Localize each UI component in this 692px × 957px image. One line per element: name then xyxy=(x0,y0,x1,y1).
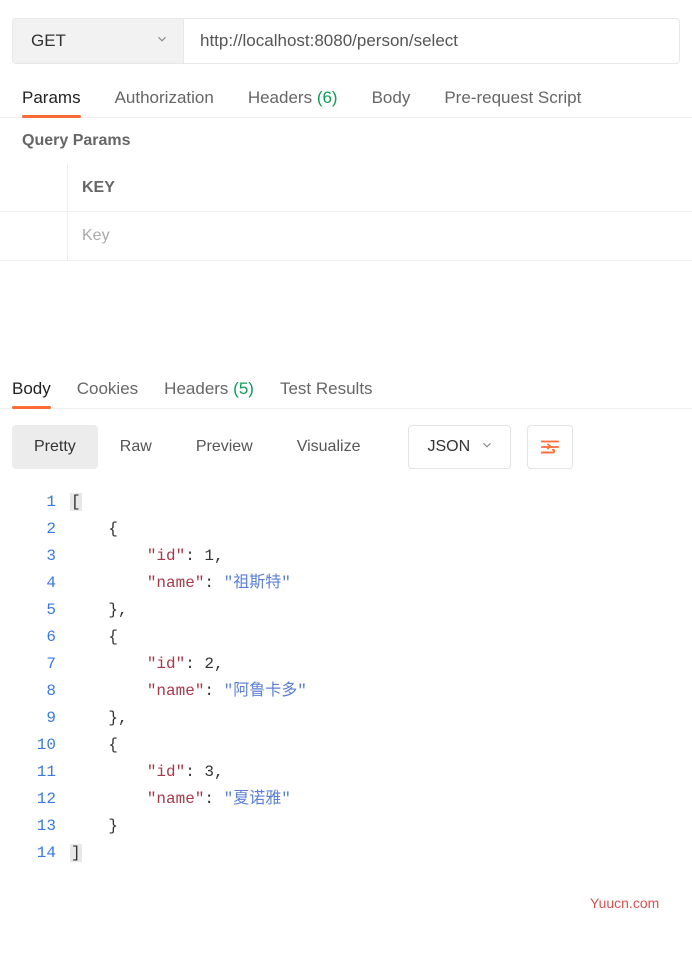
request-tabs: Params Authorization Headers (6) Body Pr… xyxy=(22,88,692,118)
chevron-down-icon xyxy=(480,438,494,457)
param-header-row: KEY xyxy=(0,164,692,212)
tab-params[interactable]: Params xyxy=(22,88,81,118)
method-label: GET xyxy=(31,31,66,51)
code-content: { xyxy=(70,624,118,651)
code-content: ] xyxy=(70,840,82,867)
view-raw[interactable]: Raw xyxy=(98,425,174,469)
line-number: 11 xyxy=(0,759,70,786)
tab-prerequest[interactable]: Pre-request Script xyxy=(444,88,581,118)
code-content: } xyxy=(70,813,118,840)
code-content: "name": "祖斯特" xyxy=(70,570,291,597)
resp-tab-headers-label: Headers xyxy=(164,379,228,398)
resp-tab-body[interactable]: Body xyxy=(12,379,51,409)
code-line: 11 "id": 3, xyxy=(0,759,692,786)
resp-tab-cookies[interactable]: Cookies xyxy=(77,379,138,409)
watermark: Yuucn.com xyxy=(590,895,659,911)
tab-prerequest-label: Pre-request Script xyxy=(444,88,581,107)
line-number: 4 xyxy=(0,570,70,597)
tab-headers-label: Headers xyxy=(248,88,312,107)
response-tabs: Body Cookies Headers (5) Test Results xyxy=(12,379,692,409)
code-line: 7 "id": 2, xyxy=(0,651,692,678)
view-pretty[interactable]: Pretty xyxy=(12,425,98,469)
code-content: "id": 3, xyxy=(70,759,224,786)
method-select[interactable]: GET xyxy=(12,18,184,64)
code-content: }, xyxy=(70,705,128,732)
tab-params-label: Params xyxy=(22,88,81,107)
line-number: 6 xyxy=(0,624,70,651)
tab-body[interactable]: Body xyxy=(372,88,411,118)
tab-authorization-label: Authorization xyxy=(115,88,214,107)
key-column-header: KEY xyxy=(68,179,692,197)
code-line: 2 { xyxy=(0,516,692,543)
line-number: 5 xyxy=(0,597,70,624)
code-line: 1[ xyxy=(0,489,692,516)
line-number: 9 xyxy=(0,705,70,732)
view-preview[interactable]: Preview xyxy=(174,425,275,469)
key-input[interactable] xyxy=(82,227,678,245)
param-table: KEY xyxy=(0,164,692,261)
code-content: { xyxy=(70,732,118,759)
view-raw-label: Raw xyxy=(120,438,152,456)
line-number: 2 xyxy=(0,516,70,543)
resp-tab-tests-label: Test Results xyxy=(280,379,373,398)
code-content: "id": 2, xyxy=(70,651,224,678)
format-label: JSON xyxy=(427,438,470,456)
view-pretty-label: Pretty xyxy=(34,438,76,456)
code-content: }, xyxy=(70,597,128,624)
resp-tab-body-label: Body xyxy=(12,379,51,398)
tab-body-label: Body xyxy=(372,88,411,107)
drag-column xyxy=(0,164,68,211)
wrap-lines-button[interactable] xyxy=(527,425,573,469)
code-line: 3 "id": 1, xyxy=(0,543,692,570)
code-line: 8 "name": "阿鲁卡多" xyxy=(0,678,692,705)
view-preview-label: Preview xyxy=(196,438,253,456)
line-number: 12 xyxy=(0,786,70,813)
param-row xyxy=(0,212,692,260)
code-line: 14] xyxy=(0,840,692,867)
code-content: "id": 1, xyxy=(70,543,224,570)
code-line: 10 { xyxy=(0,732,692,759)
drag-handle[interactable] xyxy=(0,212,68,260)
line-number: 14 xyxy=(0,840,70,867)
line-number: 10 xyxy=(0,732,70,759)
tab-authorization[interactable]: Authorization xyxy=(115,88,214,118)
line-number: 3 xyxy=(0,543,70,570)
line-number: 7 xyxy=(0,651,70,678)
line-number: 8 xyxy=(0,678,70,705)
view-visualize-label: Visualize xyxy=(297,438,361,456)
response-body[interactable]: 1[2 {3 "id": 1,4 "name": "祖斯特"5 },6 {7 "… xyxy=(0,489,692,867)
view-mode-group: Pretty Raw Preview Visualize xyxy=(12,425,382,469)
divider xyxy=(0,117,692,118)
resp-tab-tests[interactable]: Test Results xyxy=(280,379,373,409)
request-bar: GET xyxy=(12,18,680,64)
chevron-down-icon xyxy=(155,31,169,51)
line-number: 1 xyxy=(0,489,70,516)
url-input[interactable] xyxy=(184,18,680,64)
code-line: 9 }, xyxy=(0,705,692,732)
resp-tab-headers-count: (5) xyxy=(233,379,254,398)
line-number: 13 xyxy=(0,813,70,840)
query-params-title: Query Params xyxy=(22,132,692,150)
code-content: [ xyxy=(70,489,82,516)
code-line: 4 "name": "祖斯特" xyxy=(0,570,692,597)
resp-tab-cookies-label: Cookies xyxy=(77,379,138,398)
tab-headers[interactable]: Headers (6) xyxy=(248,88,338,118)
format-select[interactable]: JSON xyxy=(408,425,511,469)
code-content: "name": "阿鲁卡多" xyxy=(70,678,307,705)
resp-tab-headers[interactable]: Headers (5) xyxy=(164,379,254,409)
code-line: 13 } xyxy=(0,813,692,840)
code-line: 12 "name": "夏诺雅" xyxy=(0,786,692,813)
view-bar: Pretty Raw Preview Visualize JSON xyxy=(12,425,692,469)
code-content: "name": "夏诺雅" xyxy=(70,786,291,813)
code-line: 5 }, xyxy=(0,597,692,624)
code-content: { xyxy=(70,516,118,543)
code-line: 6 { xyxy=(0,624,692,651)
tab-headers-count: (6) xyxy=(317,88,338,107)
view-visualize[interactable]: Visualize xyxy=(275,425,383,469)
